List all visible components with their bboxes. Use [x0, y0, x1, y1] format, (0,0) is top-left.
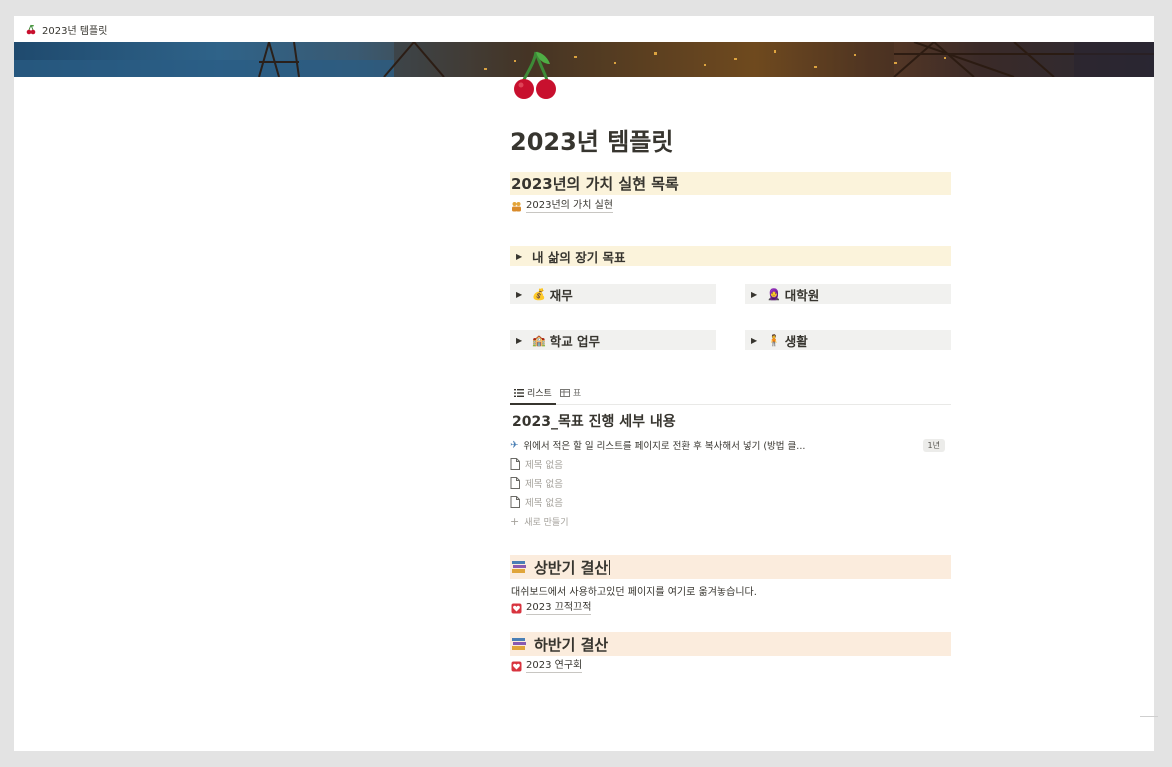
- database-title[interactable]: 2023_목표 진행 세부 내용: [512, 411, 676, 431]
- tab-list-label: 리스트: [527, 389, 552, 399]
- toggle-triangle-icon[interactable]: ▶: [516, 290, 528, 299]
- first-half-heading-text: 상반기 결산: [534, 558, 609, 577]
- values-link[interactable]: 2023년의 가치 실현: [511, 199, 614, 213]
- list-item[interactable]: 제목 없음: [510, 455, 951, 473]
- money-bag-icon: 💰: [532, 287, 546, 301]
- toggle-label: 내 삶의 장기 목표: [532, 249, 626, 265]
- database-view-tabs: 리스트 표: [510, 384, 951, 405]
- cover-image[interactable]: [14, 42, 1154, 77]
- toggle-school-work[interactable]: ▶ 🏫 학교 업무: [510, 330, 716, 350]
- first-half-description[interactable]: 대쉬보드에서 사용하고있던 페이지를 여기로 옮겨놓습니다.: [511, 583, 757, 598]
- toggle-triangle-icon[interactable]: ▶: [751, 290, 763, 299]
- toggle-label: 대학원: [784, 287, 820, 303]
- text-cursor: [609, 559, 611, 575]
- toggle-label: 학교 업무: [549, 333, 601, 349]
- airplane-icon: ✈: [510, 439, 519, 451]
- list-icon: [514, 388, 524, 397]
- second-half-link-label: 2023 연구회: [526, 660, 583, 673]
- values-heading[interactable]: 2023년의 가치 실현 목록: [510, 172, 951, 195]
- toggle-life[interactable]: ▶ 🧍 생활: [745, 330, 951, 350]
- first-half-link[interactable]: 2023 끄적끄적: [511, 601, 592, 615]
- person-icon: 🧕: [767, 287, 781, 301]
- list-item-title: 제목 없음: [525, 460, 563, 471]
- toggle-triangle-icon[interactable]: ▶: [751, 336, 763, 345]
- list-item[interactable]: ✈ 위에서 적은 할 일 리스트를 페이지로 전환 후 복사해서 넣기 (방법 …: [510, 436, 951, 454]
- books-icon: [512, 638, 526, 650]
- first-half-heading[interactable]: 상반기 결산: [510, 555, 951, 579]
- first-half-link-label: 2023 끄적끄적: [526, 602, 592, 615]
- heart-icon: [511, 661, 522, 671]
- tab-table[interactable]: 표: [556, 384, 585, 403]
- notion-window: 2023년 템플릿 2023년 템플릿 2023년의 가치 실현 목록 2023…: [14, 16, 1154, 751]
- new-item-button[interactable]: + 새로 만들기: [510, 512, 951, 530]
- page-icon: [510, 496, 520, 508]
- books-icon: [512, 561, 526, 573]
- page-title[interactable]: 2023년 템플릿: [510, 122, 673, 157]
- cherry-icon[interactable]: [512, 50, 562, 102]
- toggle-label: 생활: [784, 333, 808, 349]
- toggle-label: 재무: [549, 287, 573, 303]
- top-bar: 2023년 템플릿: [14, 16, 1154, 42]
- tab-table-label: 표: [572, 389, 582, 399]
- list-item[interactable]: 제목 없음: [510, 493, 951, 511]
- person-standing-icon: 🧍: [767, 333, 781, 347]
- divider: [1140, 716, 1158, 717]
- status-badge: 1년: [922, 438, 945, 452]
- cherry-icon: [26, 24, 36, 34]
- breadcrumb-title: 2023년 템플릿: [42, 25, 108, 37]
- list-item[interactable]: 제목 없음: [510, 474, 951, 492]
- list-item-title: 제목 없음: [525, 479, 563, 490]
- toggle-finance[interactable]: ▶ 💰 재무: [510, 284, 716, 304]
- values-heading-text: 2023년의 가치 실현 목록: [511, 175, 679, 193]
- school-icon: 🏫: [532, 333, 546, 347]
- toggle-triangle-icon[interactable]: ▶: [516, 252, 528, 261]
- tab-list[interactable]: 리스트: [510, 384, 556, 405]
- page-icon: [510, 477, 520, 489]
- new-item-label: 새로 만들기: [524, 517, 569, 528]
- plus-icon: +: [510, 514, 520, 528]
- breadcrumb[interactable]: 2023년 템플릿: [22, 20, 111, 39]
- values-link-label: 2023년의 가치 실현: [526, 200, 614, 213]
- heart-icon: [511, 603, 522, 613]
- table-icon: [559, 388, 570, 397]
- second-half-heading[interactable]: 하반기 결산: [510, 632, 951, 656]
- second-half-link[interactable]: 2023 연구회: [511, 659, 583, 673]
- page-icon: [510, 458, 520, 470]
- list-item-title: 위에서 적은 할 일 리스트를 페이지로 전환 후 복사해서 넣기 (방법 클.…: [523, 441, 806, 452]
- toggle-grad-school[interactable]: ▶ 🧕 대학원: [745, 284, 951, 304]
- toggle-long-term-goals[interactable]: ▶ 내 삶의 장기 목표: [510, 246, 951, 266]
- list-item-title: 제목 없음: [525, 498, 563, 509]
- toggle-triangle-icon[interactable]: ▶: [516, 336, 528, 345]
- people-icon: [512, 201, 521, 211]
- second-half-heading-text: 하반기 결산: [534, 635, 609, 654]
